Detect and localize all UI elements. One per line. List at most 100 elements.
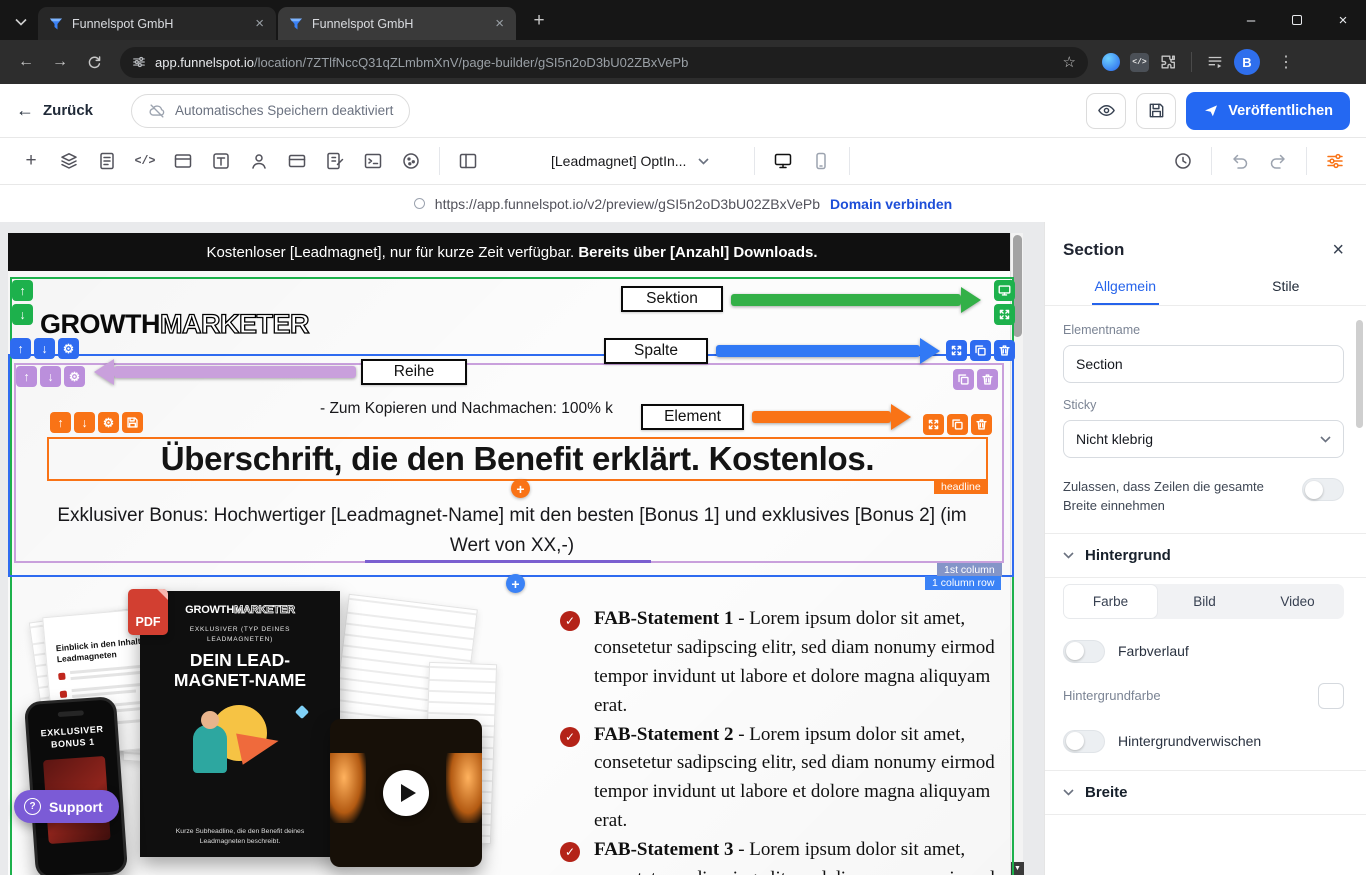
- browser-menu-icon[interactable]: ⋮: [1270, 52, 1302, 72]
- move-down-icon[interactable]: ↓: [34, 338, 55, 359]
- bookmark-star-icon[interactable]: ☆: [1063, 53, 1076, 71]
- canvas-scrollbar[interactable]: ▼: [1010, 233, 1024, 875]
- scroll-down-icon[interactable]: ▼: [1011, 862, 1024, 875]
- browser-tab-1[interactable]: Funnelspot GmbH ×: [38, 7, 276, 40]
- card-icon[interactable]: [278, 143, 316, 179]
- delete-icon[interactable]: [994, 340, 1015, 361]
- media-playlist-icon[interactable]: [1206, 53, 1224, 71]
- headline-text[interactable]: Überschrift, die den Benefit erklärt. Ko…: [49, 440, 986, 478]
- sticky-select[interactable]: Nicht klebrig: [1063, 420, 1344, 458]
- move-up-icon[interactable]: ↑: [50, 412, 71, 433]
- settings-gear-icon[interactable]: ⚙: [98, 412, 119, 433]
- template-icon[interactable]: [88, 143, 126, 179]
- move-down-icon[interactable]: ↓: [12, 304, 33, 325]
- profile-avatar[interactable]: B: [1234, 49, 1260, 75]
- fullwidth-toggle[interactable]: [1302, 478, 1344, 501]
- extensions-puzzle-icon[interactable]: [1159, 53, 1177, 71]
- tab-stile[interactable]: Stile: [1206, 272, 1366, 305]
- panel-scrollbar-thumb[interactable]: [1356, 320, 1363, 428]
- device-visibility-icon[interactable]: [994, 280, 1015, 301]
- cookie-icon[interactable]: [392, 143, 430, 179]
- bg-tab-video[interactable]: Video: [1251, 584, 1344, 619]
- reload-icon[interactable]: [78, 46, 110, 78]
- video-thumbnail[interactable]: [330, 719, 482, 867]
- layers-icon[interactable]: [50, 143, 88, 179]
- subline-text[interactable]: Exklusiver Bonus: Hochwertiger [Leadmagn…: [48, 501, 976, 562]
- site-settings-icon[interactable]: [132, 55, 146, 69]
- bg-tab-bild[interactable]: Bild: [1158, 584, 1251, 619]
- blur-toggle[interactable]: [1063, 729, 1105, 753]
- move-up-icon[interactable]: ↑: [16, 366, 37, 387]
- delete-icon[interactable]: [971, 414, 992, 435]
- fab-statement-item[interactable]: ✓ FAB-Statement 1 - Lorem ipsum dolor si…: [560, 605, 998, 721]
- layout-icon[interactable]: [449, 143, 487, 179]
- duplicate-icon[interactable]: [947, 414, 968, 435]
- fab-statement-item[interactable]: ✓ FAB-Statement 3 - Lorem ipsum dolor si…: [560, 836, 998, 875]
- background-section-header[interactable]: Hintergrund: [1063, 534, 1344, 577]
- tab-search-button[interactable]: [8, 10, 34, 34]
- gradient-toggle[interactable]: [1063, 639, 1105, 663]
- save-element-icon[interactable]: [122, 412, 143, 433]
- extension-ball-icon[interactable]: [1102, 53, 1120, 71]
- forward-icon[interactable]: →: [44, 46, 76, 78]
- move-up-icon[interactable]: ↑: [10, 338, 31, 359]
- settings-gear-icon[interactable]: ⚙: [58, 338, 79, 359]
- move-down-icon[interactable]: ↓: [40, 366, 61, 387]
- add-element-plus-icon[interactable]: +: [511, 479, 530, 498]
- duplicate-icon[interactable]: [953, 369, 974, 390]
- form-icon[interactable]: [316, 143, 354, 179]
- close-window-button[interactable]: ×: [1320, 0, 1366, 40]
- expand-icon[interactable]: [994, 304, 1015, 325]
- announcement-bar[interactable]: Kostenloser [Leadmagnet], nur für kurze …: [8, 233, 1016, 271]
- delete-icon[interactable]: [977, 369, 998, 390]
- user-icon[interactable]: [240, 143, 278, 179]
- preview-button[interactable]: [1086, 92, 1127, 129]
- elementname-input[interactable]: [1076, 356, 1331, 372]
- undo-icon[interactable]: [1221, 143, 1259, 179]
- settings-gear-icon[interactable]: ⚙: [64, 366, 85, 387]
- terminal-icon[interactable]: [354, 143, 392, 179]
- expand-icon[interactable]: [946, 340, 967, 361]
- maximize-button[interactable]: [1274, 0, 1320, 40]
- text-icon[interactable]: [202, 143, 240, 179]
- tab-allgemein[interactable]: Allgemein: [1045, 272, 1206, 305]
- brand-logo[interactable]: GROWTHMARKETER: [40, 308, 310, 340]
- close-panel-icon[interactable]: ×: [1332, 240, 1344, 260]
- desktop-view-icon[interactable]: [764, 143, 802, 179]
- browser-tab-2[interactable]: Funnelspot GmbH ×: [278, 7, 516, 40]
- add-element-icon[interactable]: +: [12, 143, 50, 179]
- add-row-plus-icon[interactable]: +: [506, 574, 525, 593]
- tab-close-icon[interactable]: ×: [493, 15, 506, 32]
- save-button[interactable]: [1136, 92, 1177, 129]
- width-section-header[interactable]: Breite: [1063, 771, 1344, 814]
- page-canvas[interactable]: Kostenloser [Leadmagnet], nur für kurze …: [8, 233, 1016, 875]
- back-icon[interactable]: ←: [10, 46, 42, 78]
- history-icon[interactable]: [1164, 143, 1202, 179]
- expand-icon[interactable]: [923, 414, 944, 435]
- support-button[interactable]: ? Support: [14, 790, 119, 823]
- section-icon[interactable]: [164, 143, 202, 179]
- bg-tab-farbe[interactable]: Farbe: [1063, 583, 1158, 619]
- publish-button[interactable]: Veröffentlichen: [1186, 91, 1350, 130]
- settings-sliders-icon[interactable]: [1316, 143, 1354, 179]
- address-bar[interactable]: app.funnelspot.io/location/7ZTlfNccQ31qZ…: [120, 46, 1088, 78]
- minimize-button[interactable]: –: [1228, 0, 1274, 40]
- page-dropdown[interactable]: [Leadmagnet] OptIn...: [551, 153, 709, 169]
- bgcolor-swatch[interactable]: [1318, 682, 1344, 709]
- url-text[interactable]: app.funnelspot.io/location/7ZTlfNccQ31qZ…: [155, 55, 1054, 70]
- play-button[interactable]: [383, 770, 429, 816]
- divider-element[interactable]: [365, 560, 651, 563]
- move-down-icon[interactable]: ↓: [74, 412, 95, 433]
- mobile-view-icon[interactable]: [802, 143, 840, 179]
- fab-statement-item[interactable]: ✓ FAB-Statement 2 - Lorem ipsum dolor si…: [560, 721, 998, 837]
- redo-icon[interactable]: [1259, 143, 1297, 179]
- kicker-text[interactable]: - Zum Kopieren und Nachmachen: 100% k: [320, 400, 613, 418]
- extension-code-icon[interactable]: </>: [1130, 52, 1149, 72]
- duplicate-icon[interactable]: [970, 340, 991, 361]
- tab-close-icon[interactable]: ×: [253, 15, 266, 32]
- back-button[interactable]: ← Zurück: [16, 100, 93, 121]
- code-icon[interactable]: </>: [126, 143, 164, 179]
- connect-domain-link[interactable]: Domain verbinden: [830, 196, 952, 212]
- new-tab-button[interactable]: +: [524, 6, 554, 36]
- move-up-icon[interactable]: ↑: [12, 280, 33, 301]
